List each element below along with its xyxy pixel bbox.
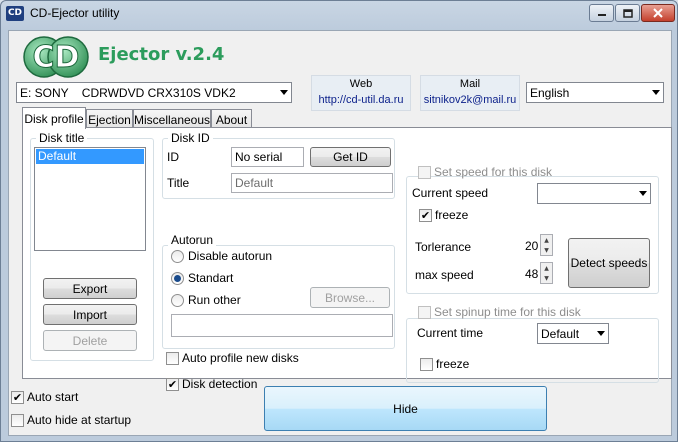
auto-hide-checkbox[interactable]	[11, 414, 24, 427]
browse-button[interactable]: Browse...	[310, 287, 390, 308]
check-icon: ✔	[167, 378, 178, 391]
chevron-down-icon	[597, 331, 605, 336]
set-spinup-checkbox[interactable]	[418, 306, 431, 319]
chevron-down-icon	[652, 90, 660, 95]
disk-title-label: Disk title	[36, 131, 88, 145]
mail-label: Mail	[459, 78, 481, 90]
title-field[interactable]: Default	[231, 173, 393, 193]
auto-hide-label: Auto hide at startup	[27, 413, 132, 427]
spin-down-icon[interactable]: ▼	[541, 245, 552, 255]
radio-selected-dot	[174, 275, 181, 282]
spin-up-icon[interactable]: ▲	[541, 263, 552, 273]
tab-disk-profile[interactable]: Disk profile	[22, 107, 86, 129]
delete-button[interactable]: Delete	[43, 330, 137, 351]
standart-radio[interactable]	[171, 272, 184, 285]
cd-logo-icon: CD	[23, 36, 89, 78]
tab-miscellaneous[interactable]: Miscellaneous	[133, 109, 211, 129]
standart-label: Standart	[188, 271, 234, 285]
max-speed-value: 48	[525, 267, 539, 281]
web-label: Web	[349, 78, 373, 90]
language-select-value: English	[530, 85, 570, 100]
detect-speeds-button[interactable]: Detect speeds	[568, 238, 650, 288]
close-icon	[653, 8, 663, 18]
title-label: Title	[167, 176, 190, 190]
id-label: ID	[167, 150, 179, 164]
set-spinup-label: Set spinup time for this disk	[434, 305, 581, 319]
id-field[interactable]: No serial	[231, 147, 304, 167]
chevron-down-icon	[280, 90, 288, 95]
maximize-icon	[622, 8, 633, 18]
autorun-caption: Autorun	[168, 233, 217, 247]
disk-detection-checkbox[interactable]: ✔	[166, 378, 179, 391]
language-select[interactable]: English	[526, 82, 664, 103]
web-info: Web http://cd-util.da.ru	[311, 75, 411, 111]
app-window: CD CD-Ejector utility CD Ejector v.2.4 E…	[0, 0, 678, 442]
set-speed-checkbox[interactable]	[418, 166, 431, 179]
disable-autorun-radio[interactable]	[171, 250, 184, 263]
current-time-value: Default	[541, 326, 580, 341]
import-button[interactable]: Import	[43, 304, 137, 325]
disable-autorun-label: Disable autorun	[188, 249, 273, 263]
title-bar[interactable]: CD CD-Ejector utility	[1, 1, 677, 27]
set-speed-label: Set speed for this disk	[434, 165, 553, 179]
max-speed-spinner[interactable]: ▲ ▼	[540, 262, 553, 284]
tolerance-label: Torlerance	[415, 240, 472, 254]
app-cd-icon: CD	[6, 6, 24, 21]
current-time-select[interactable]: Default	[537, 323, 609, 344]
tab-panel-disk-profile: Disk title Default Export Import Delete …	[22, 127, 672, 391]
tolerance-spinner[interactable]: ▲ ▼	[540, 234, 553, 256]
minimize-icon	[597, 14, 606, 16]
check-icon: ✔	[12, 391, 23, 404]
logo-letters: CD	[33, 40, 80, 75]
mail-link[interactable]: sitnikov2k@mail.ru	[421, 94, 519, 106]
spin-up-icon[interactable]: ▲	[541, 235, 552, 245]
minimize-button[interactable]	[589, 4, 614, 22]
speed-freeze-label: freeze	[435, 208, 469, 222]
get-id-button[interactable]: Get ID	[310, 147, 391, 167]
window-title: CD-Ejector utility	[30, 6, 120, 20]
speed-freeze-checkbox[interactable]: ✔	[419, 209, 432, 222]
auto-start-checkbox[interactable]: ✔	[11, 391, 24, 404]
auto-profile-checkbox[interactable]	[166, 352, 179, 365]
run-other-label: Run other	[188, 293, 241, 307]
disk-id-label: Disk ID	[168, 131, 213, 145]
auto-profile-label: Auto profile new disks	[182, 351, 299, 365]
drive-select[interactable]: E: SONY CDRWDVD CRX310S VDK2	[16, 82, 292, 103]
disk-id-group: Disk ID ID No serial Get ID Title Defaul…	[162, 131, 395, 199]
max-speed-label: max speed	[415, 268, 474, 282]
chevron-down-icon	[639, 191, 647, 196]
spinup-freeze-checkbox[interactable]	[420, 358, 433, 371]
check-icon: ✔	[420, 209, 431, 222]
disk-detection-label: Disk detection	[182, 377, 258, 391]
export-button[interactable]: Export	[43, 278, 137, 299]
disk-title-list[interactable]: Default	[34, 147, 146, 251]
tab-about[interactable]: About	[211, 109, 252, 129]
client-area: CD Ejector v.2.4 E: SONY CDRWDVD CRX310S…	[8, 30, 672, 436]
list-item[interactable]: Default	[36, 149, 144, 164]
current-speed-label: Current speed	[412, 186, 489, 200]
current-speed-select[interactable]	[537, 183, 651, 204]
app-name: Ejector v.2.4	[98, 44, 225, 65]
spin-down-icon[interactable]: ▼	[541, 273, 552, 283]
spinup-freeze-label: freeze	[436, 357, 470, 371]
mail-info: Mail sitnikov2k@mail.ru	[420, 75, 520, 111]
auto-start-label: Auto start	[27, 390, 79, 404]
drive-select-value: E: SONY CDRWDVD CRX310S VDK2	[20, 85, 236, 100]
hide-button[interactable]: Hide	[264, 386, 547, 431]
close-button[interactable]	[641, 4, 675, 22]
disk-title-group: Disk title Default Export Import Delete	[30, 131, 154, 361]
web-link[interactable]: http://cd-util.da.ru	[312, 94, 410, 106]
current-time-label: Current time	[417, 326, 484, 340]
tab-ejection[interactable]: Ejection	[86, 109, 133, 129]
run-other-path-field[interactable]	[171, 314, 393, 337]
run-other-radio[interactable]	[171, 294, 184, 307]
autorun-contents: Autorun Disable autorun Standart Run oth…	[163, 233, 399, 341]
maximize-button[interactable]	[615, 4, 640, 22]
tolerance-value: 20	[525, 239, 539, 253]
